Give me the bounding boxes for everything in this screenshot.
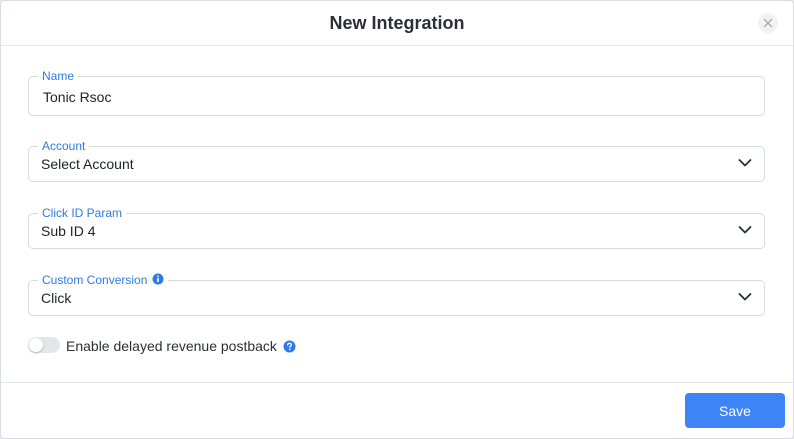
click-id-param-select[interactable]: Click ID Param Sub ID 4 [28,206,765,249]
chevron-down-icon [738,293,752,301]
name-field[interactable]: Name [28,69,765,116]
modal-footer: Save [1,382,793,438]
modal-header: New Integration [1,1,793,46]
save-button[interactable]: Save [685,393,785,428]
new-integration-modal: New Integration Name Account Select Acco… [0,0,794,439]
delayed-revenue-toggle[interactable] [28,337,60,353]
account-select[interactable]: Account Select Account [28,139,765,182]
account-value: Select Account [41,156,134,172]
delayed-revenue-label-text: Enable delayed revenue postback [66,338,277,354]
custom-conversion-value: Click [41,290,72,306]
modal-title: New Integration [329,13,465,33]
account-label: Account [38,139,90,153]
custom-conversion-label: Custom Conversion [38,273,169,287]
name-input[interactable] [43,88,743,106]
chevron-down-icon [738,226,752,234]
chevron-down-icon [738,159,752,167]
name-label: Name [38,69,79,83]
close-button[interactable] [758,13,778,33]
question-circle-icon[interactable] [283,340,296,353]
close-icon [763,18,773,28]
toggle-knob [29,338,43,352]
custom-conversion-select[interactable]: Custom Conversion Click [28,273,765,316]
click-id-param-value: Sub ID 4 [41,223,96,239]
info-icon[interactable] [152,273,164,285]
delayed-revenue-label: Enable delayed revenue postback [66,338,296,355]
custom-conversion-label-text: Custom Conversion [42,273,148,287]
click-id-param-label: Click ID Param [38,206,127,220]
